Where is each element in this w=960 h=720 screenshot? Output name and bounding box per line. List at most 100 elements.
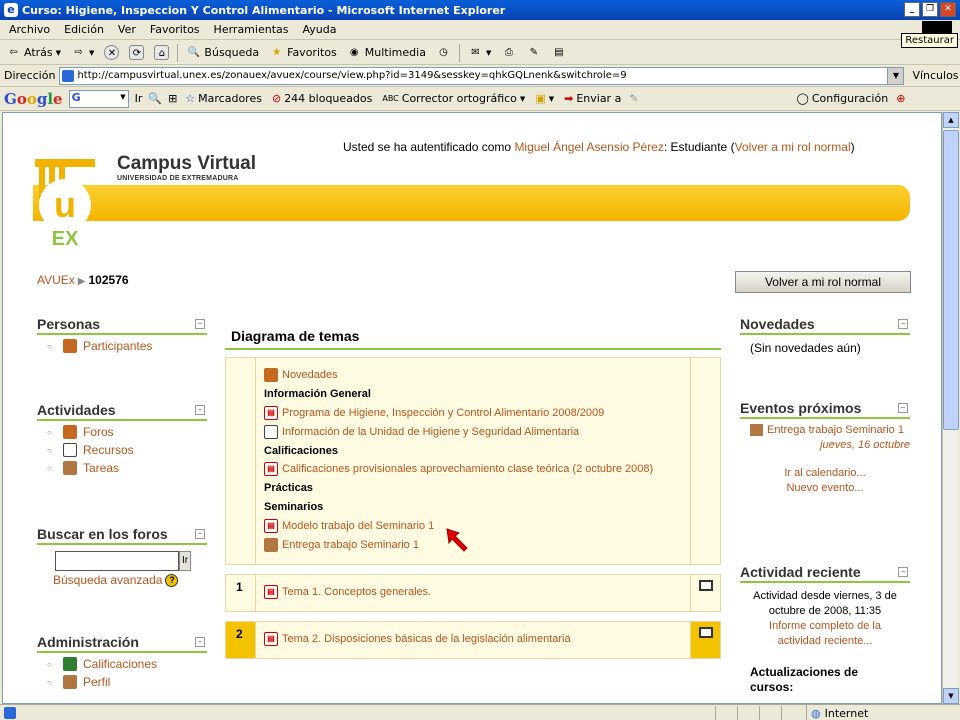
grades-link[interactable]: ○ Calificaciones — [37, 657, 207, 671]
label-seminarios: Seminarios — [264, 500, 324, 513]
breadcrumb-home-link[interactable]: AVUEx — [37, 273, 75, 287]
home-button[interactable]: ⌂ — [152, 44, 171, 61]
google-news-icon[interactable]: ⊞ — [168, 92, 177, 105]
autofill-icon: ▣ — [535, 92, 546, 105]
section-resource-link[interactable]: ▤ Tema 2. Disposiciones básicas de la leg… — [264, 632, 571, 646]
address-input[interactable]: http://campusvirtual.unex.es/zonauex/avu… — [59, 66, 905, 85]
menu-ayuda[interactable]: Ayuda — [295, 23, 343, 36]
campus-logo[interactable]: u EX Campus Virtual UNIVERSIDAD DE EXTRE… — [33, 149, 256, 252]
collapse-icon[interactable]: − — [195, 405, 205, 415]
bullet-icon: ○ — [47, 659, 52, 669]
spellcheck-button[interactable]: ABC Corrector ortográfico ▼ — [380, 91, 527, 106]
show-only-section-icon[interactable] — [699, 580, 713, 591]
scroll-down-icon[interactable]: ▼ — [943, 688, 959, 704]
advanced-search-link[interactable]: Búsqueda avanzada — [53, 573, 162, 587]
resource-calificaciones[interactable]: ▤ Calificaciones provisionales aprovecham… — [264, 460, 684, 479]
print-button[interactable]: ⎙ — [499, 44, 518, 61]
scroll-up-icon[interactable]: ▲ — [943, 112, 959, 128]
mouse-pointer-arrow-icon — [446, 528, 468, 552]
favorites-button[interactable]: ★ Favoritos — [267, 44, 339, 61]
settings-button[interactable]: ◯ Configuración — [795, 91, 891, 106]
forward-arrow-icon: ⇨ — [74, 47, 83, 58]
menu-edicion[interactable]: Edición — [57, 23, 111, 36]
popup-blocker-button[interactable]: ⊘ 244 bloqueados — [270, 91, 374, 106]
google-go-button[interactable]: Ir — [135, 92, 143, 105]
collapse-icon[interactable]: − — [898, 403, 908, 413]
forum-search-input[interactable] — [55, 551, 179, 571]
topics-title: Diagrama de temas — [225, 328, 721, 350]
chevron-down-icon: ▼ — [519, 94, 526, 103]
event-date[interactable]: jueves, 16 octubre — [740, 439, 910, 451]
return-role-button[interactable]: Volver a mi rol normal — [735, 271, 911, 293]
links-button[interactable]: Vínculos — [912, 69, 958, 82]
page-icon — [62, 69, 75, 82]
restore-button[interactable]: ❐ — [922, 2, 938, 17]
section-resource-link[interactable]: ▤ Tema 1. Conceptos generales. — [264, 585, 431, 599]
no-news-text: (Sin novedades aún) — [750, 341, 861, 355]
collapse-icon[interactable]: − — [898, 319, 908, 329]
autofill-button[interactable]: ▣ ▼ — [533, 91, 556, 106]
vertical-scrollbar[interactable]: ▲ ▼ — [942, 112, 959, 704]
bookmarks-button[interactable]: ☆ Marcadores — [183, 91, 264, 106]
menu-favoritos[interactable]: Favoritos — [143, 23, 207, 36]
menu-ver[interactable]: Ver — [111, 23, 143, 36]
google-search-icon[interactable]: 🔍 — [148, 92, 162, 105]
assignment-icon — [63, 461, 77, 475]
block-title: Administración − — [37, 634, 207, 653]
refresh-button[interactable]: ⟳ — [127, 44, 146, 61]
stop-button[interactable]: ✕ — [102, 44, 121, 61]
user-link[interactable]: Miguel Ángel Asensio Pérez — [514, 140, 663, 154]
discuss-button[interactable]: ▤ — [549, 44, 568, 61]
google-search-input[interactable]: G ▼ — [68, 89, 129, 108]
assignment-icon — [750, 424, 763, 437]
forward-button[interactable]: ⇨ ▼ — [69, 44, 96, 61]
collapse-icon[interactable]: − — [898, 567, 908, 577]
send-to-button[interactable]: ➡ Enviar a — [562, 91, 623, 106]
participants-link[interactable]: ○ Participantes — [37, 339, 207, 353]
history-button[interactable]: ◷ — [434, 44, 453, 61]
collapse-icon[interactable]: − — [195, 319, 205, 329]
news-forum-link[interactable]: Novedades — [264, 366, 684, 385]
resources-link[interactable]: ○ Recursos — [37, 443, 207, 457]
help-icon[interactable]: ? — [165, 573, 179, 587]
refresh-icon: ⟳ — [129, 45, 145, 60]
assignments-link[interactable]: ○ Tareas — [37, 461, 207, 475]
minimize-button[interactable]: _ — [904, 2, 920, 17]
bullet-icon: ○ — [47, 445, 52, 455]
collapse-icon[interactable]: − — [195, 529, 205, 539]
full-report-link[interactable]: Informe completo de la actividad recient… — [740, 619, 910, 649]
forums-link[interactable]: ○ Foros — [37, 425, 207, 439]
mail-button[interactable]: ✉ ▼ — [466, 44, 493, 61]
collapse-icon[interactable]: − — [195, 637, 205, 647]
profile-link[interactable]: ○ Perfil — [37, 675, 207, 689]
close-button[interactable]: ✕ — [940, 2, 956, 17]
return-role-link[interactable]: Volver a mi rol normal — [735, 140, 851, 154]
show-only-section-icon[interactable] — [699, 627, 713, 638]
address-dropdown-icon[interactable]: ▼ — [887, 67, 904, 84]
edit-button[interactable]: ✎ — [524, 44, 543, 61]
translate-icon[interactable]: ⊕ — [896, 92, 905, 105]
event-link[interactable]: Entrega trabajo Seminario 1 — [767, 424, 904, 436]
block-title: Novedades − — [740, 316, 910, 335]
resource-modelo-seminario[interactable]: ▤ Modelo trabajo del Seminario 1 — [264, 516, 684, 535]
menu-archivo[interactable]: Archivo — [2, 23, 57, 36]
calendar-link[interactable]: Ir al calendario... — [740, 467, 910, 479]
scroll-thumb[interactable] — [943, 130, 959, 430]
resource-programa[interactable]: ▤ Programa de Higiene, Inspección y Contr… — [264, 404, 684, 423]
pencil-icon[interactable]: ✎ — [629, 92, 638, 105]
printer-icon: ⎙ — [504, 47, 513, 58]
forum-search-go-button[interactable]: Ir — [179, 551, 191, 571]
resource-info-unidad[interactable]: Información de la Unidad de Higiene y Se… — [264, 422, 684, 441]
new-event-link[interactable]: Nuevo evento... — [740, 482, 910, 494]
assignment-entrega-seminario[interactable]: Entrega trabajo Seminario 1 — [264, 535, 684, 554]
chevron-down-icon[interactable]: ▼ — [120, 93, 125, 101]
search-button[interactable]: 🔍 Búsqueda — [184, 44, 261, 61]
security-zone: ◍ Internet — [806, 705, 868, 720]
edit-icon: ✎ — [529, 47, 539, 58]
back-button[interactable]: ⇦ Atrás ▼ — [4, 44, 63, 61]
menu-herramientas[interactable]: Herramientas — [207, 23, 296, 36]
section-number: 2 — [226, 622, 256, 658]
window-title: Curso: Higiene, Inspeccion Y Control Ali… — [22, 3, 506, 17]
multimedia-button[interactable]: ◉ Multimedia — [345, 44, 428, 61]
mail-icon: ✉ — [471, 47, 480, 58]
